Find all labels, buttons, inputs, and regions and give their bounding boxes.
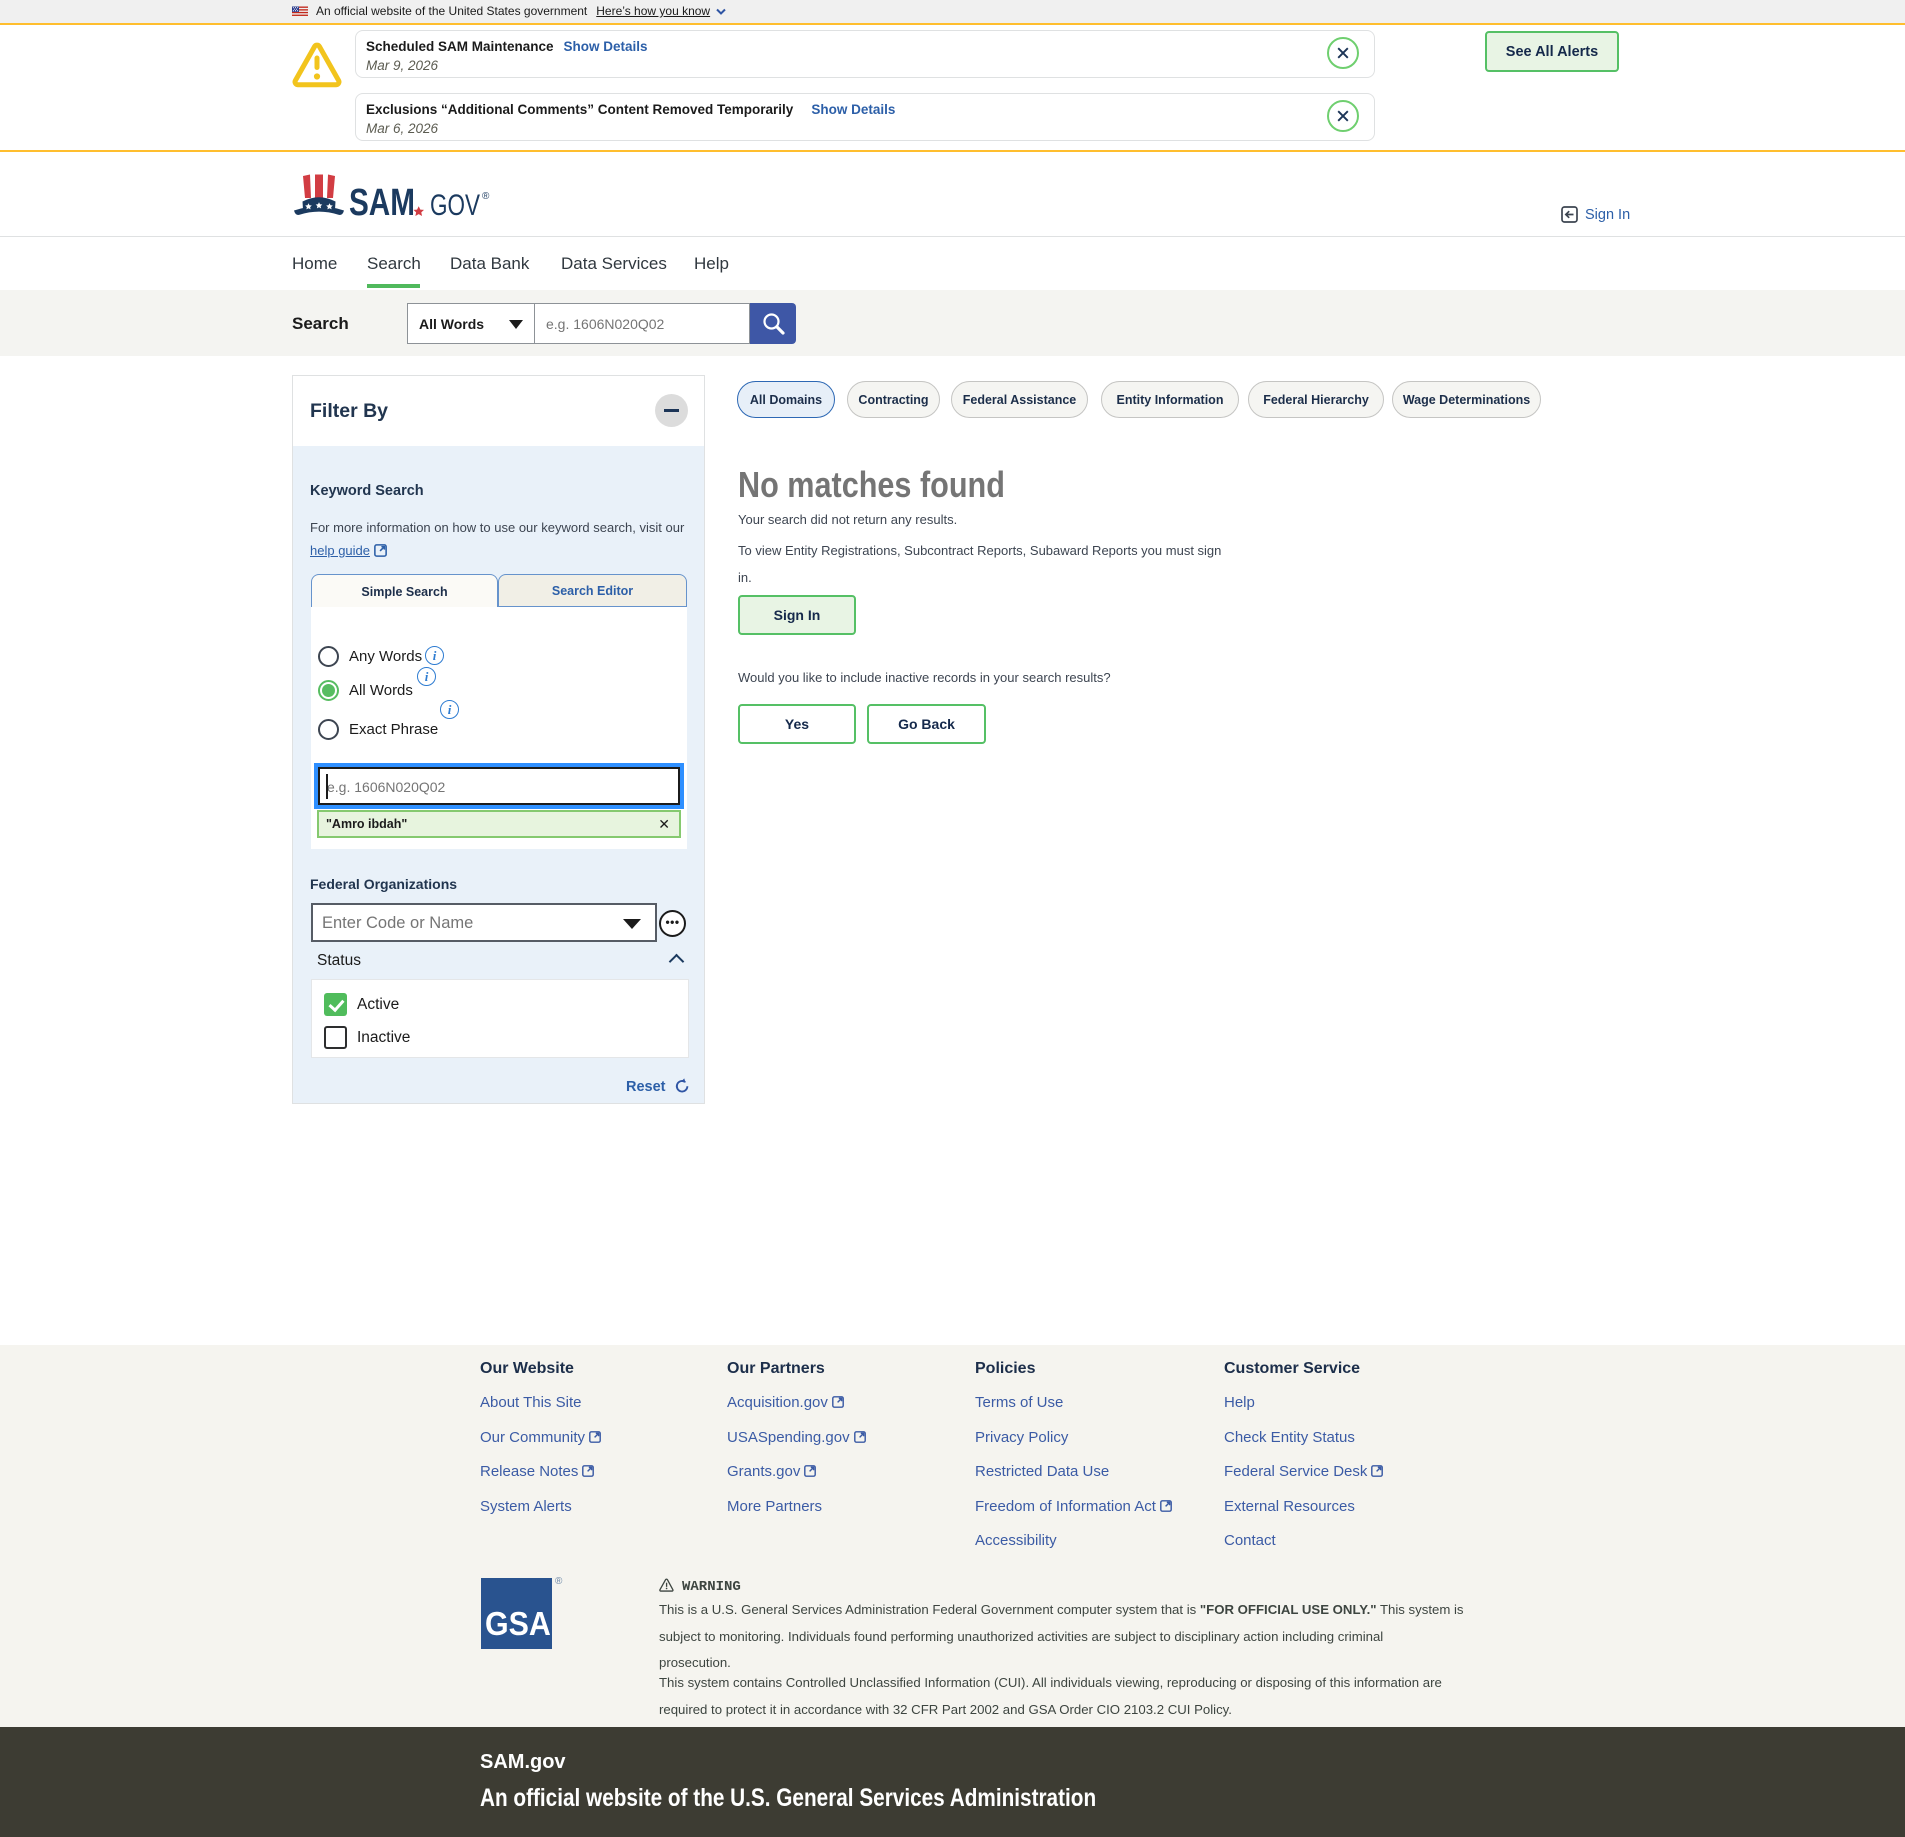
svg-text:®: ® bbox=[482, 191, 490, 202]
svg-text:GOV: GOV bbox=[430, 189, 480, 218]
svg-text:SAM: SAM bbox=[349, 182, 415, 218]
